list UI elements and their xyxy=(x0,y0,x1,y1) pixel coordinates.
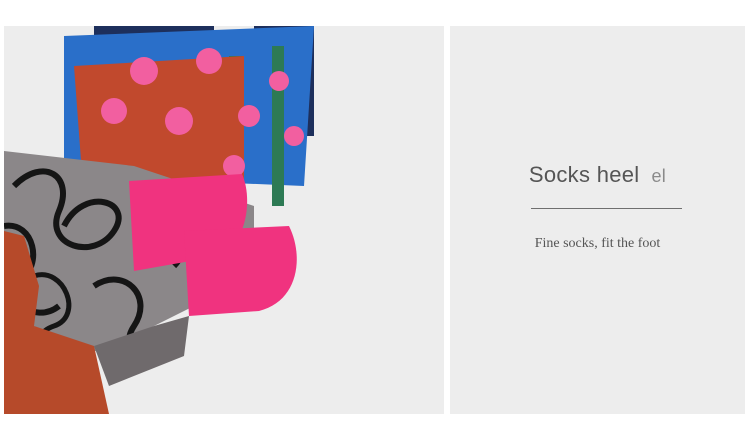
product-image-panel xyxy=(4,26,444,414)
sock-heel-illustration xyxy=(4,26,314,414)
info-title-text: Socks heel xyxy=(528,162,640,187)
info-panel: Socks heel el Fine socks, fit the foot xyxy=(450,26,745,414)
title-divider xyxy=(531,208,682,209)
info-title-overflow: el xyxy=(651,166,667,186)
info-title: Socks heel el xyxy=(450,162,745,188)
info-subtitle: Fine socks, fit the foot xyxy=(534,236,661,251)
